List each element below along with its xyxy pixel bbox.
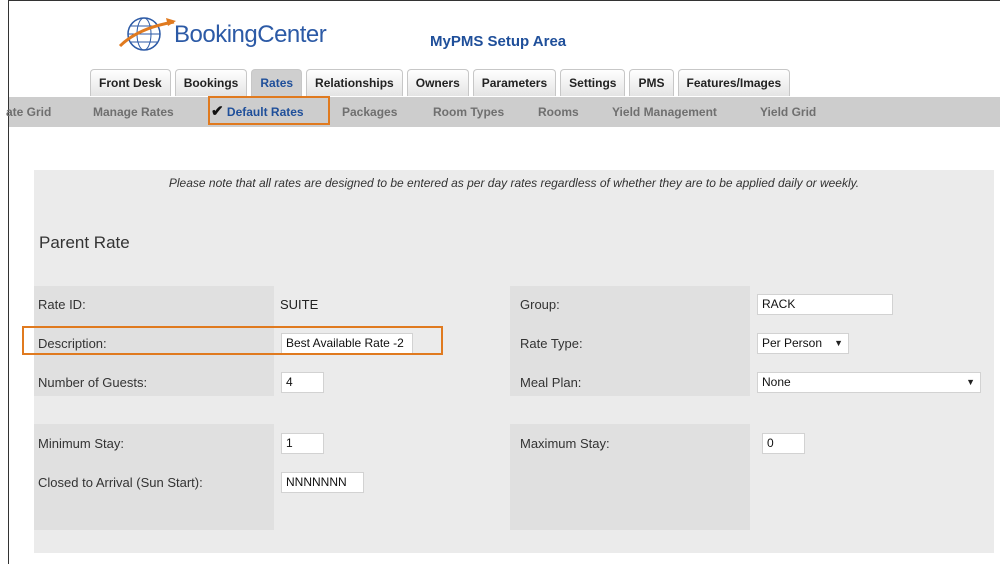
subnav-room-types[interactable]: Room Types xyxy=(433,97,504,127)
maximum-stay-input[interactable]: 0 xyxy=(762,433,805,454)
tab-owners[interactable]: Owners xyxy=(406,69,469,96)
subnav-rate-grid[interactable]: ate Grid xyxy=(6,97,51,127)
closed-to-arrival-label: Closed to Arrival (Sun Start): xyxy=(38,475,203,490)
minimum-stay-input[interactable]: 1 xyxy=(281,433,324,454)
tab-parameters[interactable]: Parameters xyxy=(472,69,557,96)
meal-plan-value: None xyxy=(762,375,791,389)
tab-features-images[interactable]: Features/Images xyxy=(677,69,791,96)
tab-front-desk[interactable]: Front Desk xyxy=(90,69,171,96)
number-of-guests-input[interactable]: 4 xyxy=(281,372,324,393)
rate-id-value: SUITE xyxy=(280,297,319,312)
subnav-rooms[interactable]: Rooms xyxy=(538,97,579,127)
tab-rates[interactable]: Rates xyxy=(251,69,303,96)
globe-plane-icon xyxy=(118,17,176,51)
tab-relationships[interactable]: Relationships xyxy=(306,69,403,96)
rates-subnav: ate Grid Manage Rates ✔ Default Rates Pa… xyxy=(6,97,1000,127)
description-highlight xyxy=(22,326,443,355)
bookingcenter-logo: BookingCenter xyxy=(118,12,327,56)
chevron-down-icon: ▼ xyxy=(966,377,975,387)
group-input[interactable]: RACK xyxy=(757,294,893,315)
rate-id-label: Rate ID: xyxy=(38,297,86,312)
minimum-stay-label: Minimum Stay: xyxy=(38,436,124,451)
section-title-parent-rate: Parent Rate xyxy=(39,233,130,252)
subnav-packages[interactable]: Packages xyxy=(342,97,397,127)
closed-to-arrival-input[interactable]: NNNNNNN xyxy=(281,472,364,493)
default-rates-highlight xyxy=(208,96,330,125)
main-tabs: Front Desk Bookings Rates Relationships … xyxy=(90,69,794,97)
subnav-yield-grid[interactable]: Yield Grid xyxy=(760,97,816,127)
maximum-stay-label: Maximum Stay: xyxy=(520,436,610,451)
rate-type-value: Per Person xyxy=(762,336,823,350)
brand-name: BookingCenter xyxy=(174,21,327,48)
tab-bookings[interactable]: Bookings xyxy=(174,69,248,96)
subnav-yield-management[interactable]: Yield Management xyxy=(612,97,717,127)
rate-type-label: Rate Type: xyxy=(520,336,583,351)
tab-pms[interactable]: PMS xyxy=(629,69,674,96)
meal-plan-label: Meal Plan: xyxy=(520,375,582,390)
subnav-manage-rates[interactable]: Manage Rates xyxy=(93,97,174,127)
number-of-guests-label: Number of Guests: xyxy=(38,375,148,390)
tab-settings[interactable]: Settings xyxy=(560,69,626,96)
group-label: Group: xyxy=(520,297,560,312)
page-title: MyPMS Setup Area xyxy=(430,33,567,50)
rates-note: Please note that all rates are designed … xyxy=(168,176,860,190)
chevron-down-icon: ▼ xyxy=(834,338,843,348)
meal-plan-select[interactable]: None ▼ xyxy=(757,372,981,393)
rate-type-select[interactable]: Per Person ▼ xyxy=(757,333,849,354)
